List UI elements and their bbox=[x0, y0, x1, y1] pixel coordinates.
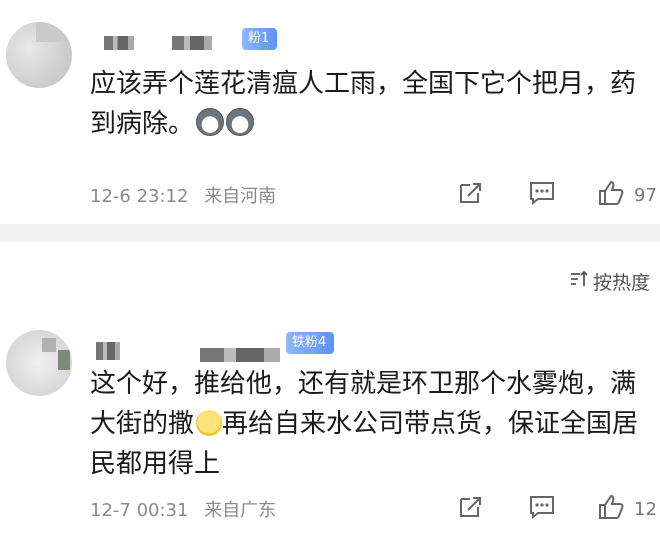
fan-badge[interactable]: 粉1 bbox=[242, 28, 278, 50]
share-icon[interactable] bbox=[458, 180, 484, 211]
sort-icon bbox=[569, 270, 589, 293]
avatar[interactable] bbox=[6, 22, 72, 88]
husky-face-icon bbox=[196, 108, 225, 136]
like-thumb-icon[interactable] bbox=[598, 180, 626, 211]
comment-meta: 12-7 00:31 来自广东 bbox=[90, 496, 276, 522]
like-count: 97 bbox=[634, 185, 657, 206]
husky-face-icon bbox=[226, 108, 255, 136]
comment-1: 粉1 应该弄个莲花清瘟人工雨，全国下它个把月，药到病除。 12-6 23:12 … bbox=[0, 0, 660, 224]
fan-badge[interactable]: 铁粉4 bbox=[286, 332, 335, 354]
like-thumb-icon[interactable] bbox=[598, 494, 626, 525]
shushing-face-icon bbox=[196, 410, 223, 436]
sort-label: 按热度 bbox=[592, 272, 650, 294]
badge-label: 粉1 bbox=[248, 31, 270, 46]
sort-button[interactable]: 按热度 bbox=[569, 268, 650, 295]
username-2[interactable] bbox=[172, 36, 212, 50]
share-icon[interactable] bbox=[458, 494, 484, 525]
location: 来自广东 bbox=[204, 500, 277, 521]
location: 来自河南 bbox=[204, 186, 277, 207]
avatar[interactable] bbox=[6, 330, 72, 396]
comment-actions: 97 bbox=[458, 180, 657, 211]
divider bbox=[0, 224, 660, 242]
comment-2: 铁粉4 这个好，推给他，还有就是环卫那个水雾炮，满大街的撒 再给自来水公司带点货，… bbox=[0, 300, 660, 542]
badge-label: 铁粉4 bbox=[292, 335, 327, 350]
username[interactable] bbox=[96, 342, 120, 360]
timestamp: 12-7 00:31 bbox=[90, 500, 189, 521]
reply-comment-icon[interactable] bbox=[528, 494, 556, 525]
reply-comment-icon[interactable] bbox=[528, 180, 556, 211]
comment-text: 这个好，推给他，还有就是环卫那个水雾炮，满大街的撒 再给自来水公司带点货，保证全国… bbox=[90, 364, 650, 484]
username[interactable] bbox=[104, 36, 134, 50]
like-count: 12 bbox=[634, 499, 657, 520]
comment-actions: 12 bbox=[458, 494, 657, 525]
timestamp: 12-6 23:12 bbox=[90, 186, 189, 207]
comment-text: 应该弄个莲花清瘟人工雨，全国下它个把月，药到病除。 bbox=[90, 64, 650, 144]
username-2[interactable] bbox=[200, 348, 280, 362]
comment-meta: 12-6 23:12 来自河南 bbox=[90, 182, 276, 208]
comment-body: 应该弄个莲花清瘟人工雨，全国下它个把月，药到病除。 bbox=[90, 69, 637, 139]
